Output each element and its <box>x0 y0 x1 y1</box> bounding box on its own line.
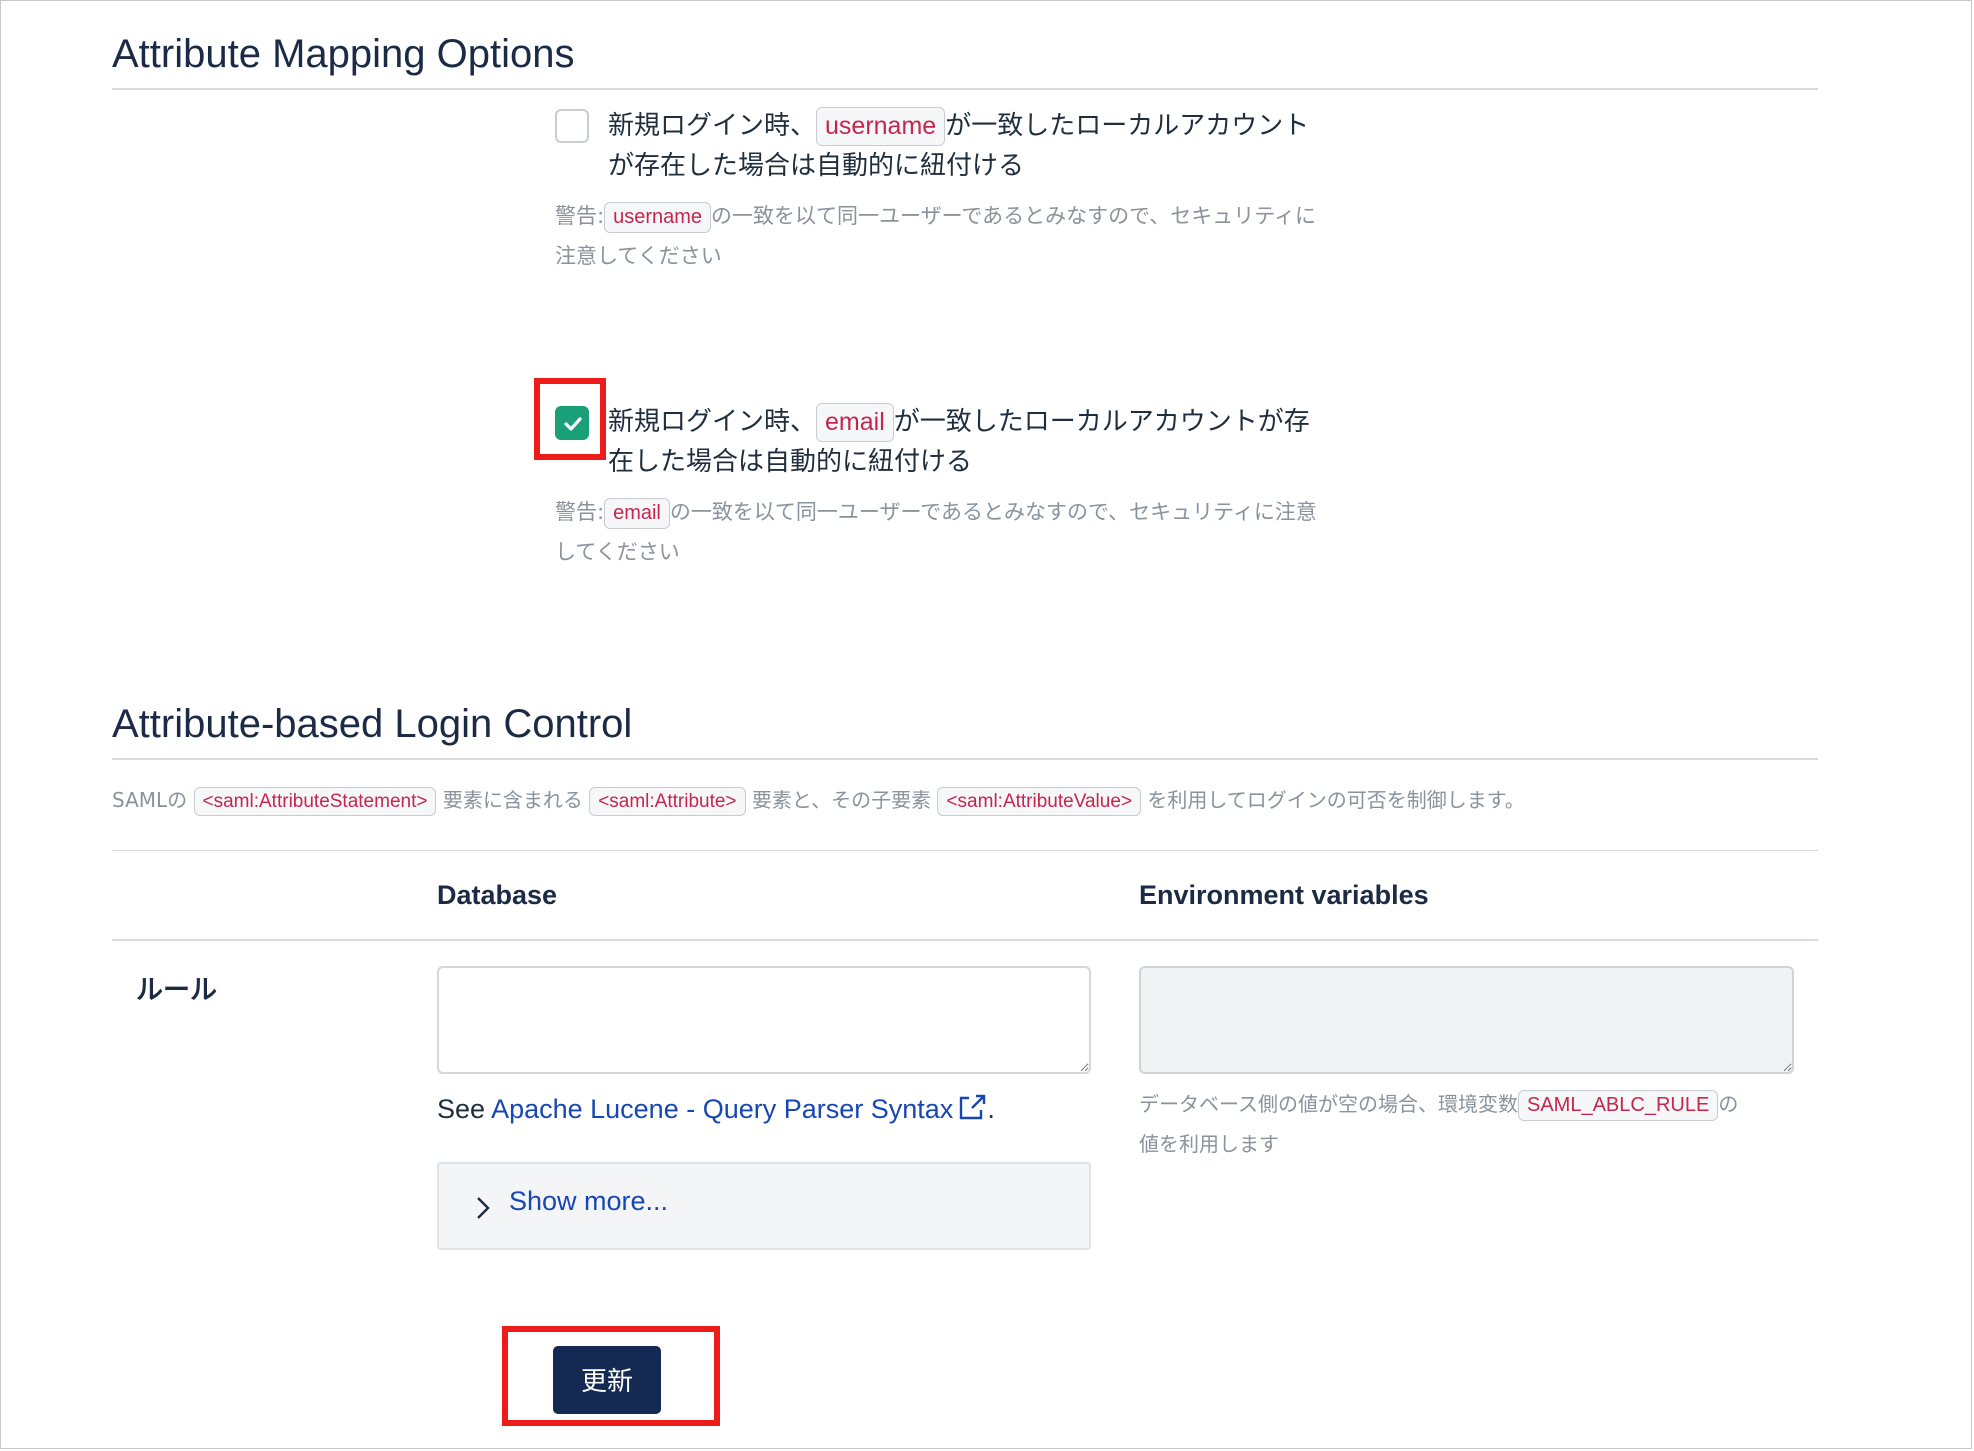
show-more-toggle[interactable]: Show more... <box>437 1162 1091 1250</box>
login-control-description: SAMLの <saml:AttributeStatement> 要素に含まれる … <box>112 780 1525 820</box>
warning-code: username <box>604 201 712 233</box>
table-top-border <box>112 850 1818 851</box>
chevron-right-icon <box>477 1197 490 1219</box>
email-match-label: 新規ログイン時、 email が一致したローカルアカウントが存 在した場合は自動的に… <box>608 402 1428 482</box>
email-code: email <box>816 403 894 442</box>
username-match-warning: 警告: username の一致を以て同一ユーザーであるとみなすので、セキュリティに… <box>555 196 1415 276</box>
username-match-checkbox[interactable] <box>555 109 589 143</box>
label-text: 新規ログイン時、 <box>608 111 817 141</box>
env-help-text: データベース側の値が空の場合、環境変数 SAML_ABLC_RULE の 値を利用し… <box>1139 1084 1819 1164</box>
desc-text: SAMLの <box>112 788 188 812</box>
section-divider <box>112 88 1818 90</box>
highlight-checkbox-box <box>534 378 606 460</box>
username-match-label: 新規ログイン時、 username が一致したローカルアカウント が存在した場合は自… <box>608 106 1428 186</box>
warning-text: 注意してください <box>555 244 722 268</box>
rule-database-textarea[interactable] <box>437 966 1091 1074</box>
section-divider <box>112 758 1818 760</box>
column-header-database: Database <box>437 880 558 910</box>
desc-text: 要素と、その子要素 <box>751 788 932 812</box>
lucene-syntax-link[interactable]: Apache Lucene - Query Parser Syntax <box>491 1094 987 1124</box>
desc-code: <saml:Attribute> <box>589 786 746 817</box>
warning-prefix: 警告: <box>555 204 605 228</box>
see-suffix: . <box>987 1094 995 1124</box>
show-more-label: Show more... <box>509 1186 669 1216</box>
see-prefix: See <box>437 1094 492 1124</box>
env-var-code: SAML_ABLC_RULE <box>1518 1090 1719 1121</box>
help-text: の <box>1718 1092 1739 1116</box>
rule-env-textarea <box>1139 966 1794 1074</box>
external-link-icon <box>960 1094 986 1120</box>
warning-code: email <box>604 497 670 529</box>
desc-text: を利用してログインの可否を制御します。 <box>1147 788 1525 812</box>
warning-text: してください <box>555 540 680 564</box>
warning-text: の一致を以て同一ユーザーであるとみなすので、セキュリティに注意 <box>669 500 1317 524</box>
desc-code: <saml:AttributeStatement> <box>193 786 437 817</box>
table-header-border <box>112 939 1818 941</box>
desc-text: 要素に含まれる <box>442 788 583 812</box>
syntax-reference: See Apache Lucene - Query Parser Syntax. <box>437 1093 995 1125</box>
email-match-warning: 警告: email の一致を以て同一ユーザーであるとみなすので、セキュリティに注意 … <box>555 492 1415 572</box>
label-text: が存在した場合は自動的に紐付ける <box>608 151 1025 181</box>
highlight-button-box <box>502 1326 720 1426</box>
attribute-mapping-title: Attribute Mapping Options <box>112 32 575 76</box>
link-label: Apache Lucene - Query Parser Syntax <box>491 1094 954 1124</box>
label-text: が一致したローカルアカウントが存 <box>893 407 1310 437</box>
label-text: 在した場合は自動的に紐付ける <box>608 447 973 477</box>
row-label-rule: ルール <box>136 975 217 1005</box>
login-control-title: Attribute-based Login Control <box>112 702 633 746</box>
warning-prefix: 警告: <box>555 500 605 524</box>
desc-code: <saml:AttributeValue> <box>937 786 1141 817</box>
column-header-environment: Environment variables <box>1139 880 1429 910</box>
label-text: 新規ログイン時、 <box>608 407 817 437</box>
help-text: 値を利用します <box>1139 1132 1279 1156</box>
warning-text: の一致を以て同一ユーザーであるとみなすので、セキュリティに <box>711 204 1317 228</box>
label-text: が一致したローカルアカウント <box>945 111 1310 141</box>
username-code: username <box>816 107 946 146</box>
help-text: データベース側の値が空の場合、環境変数 <box>1139 1092 1518 1116</box>
